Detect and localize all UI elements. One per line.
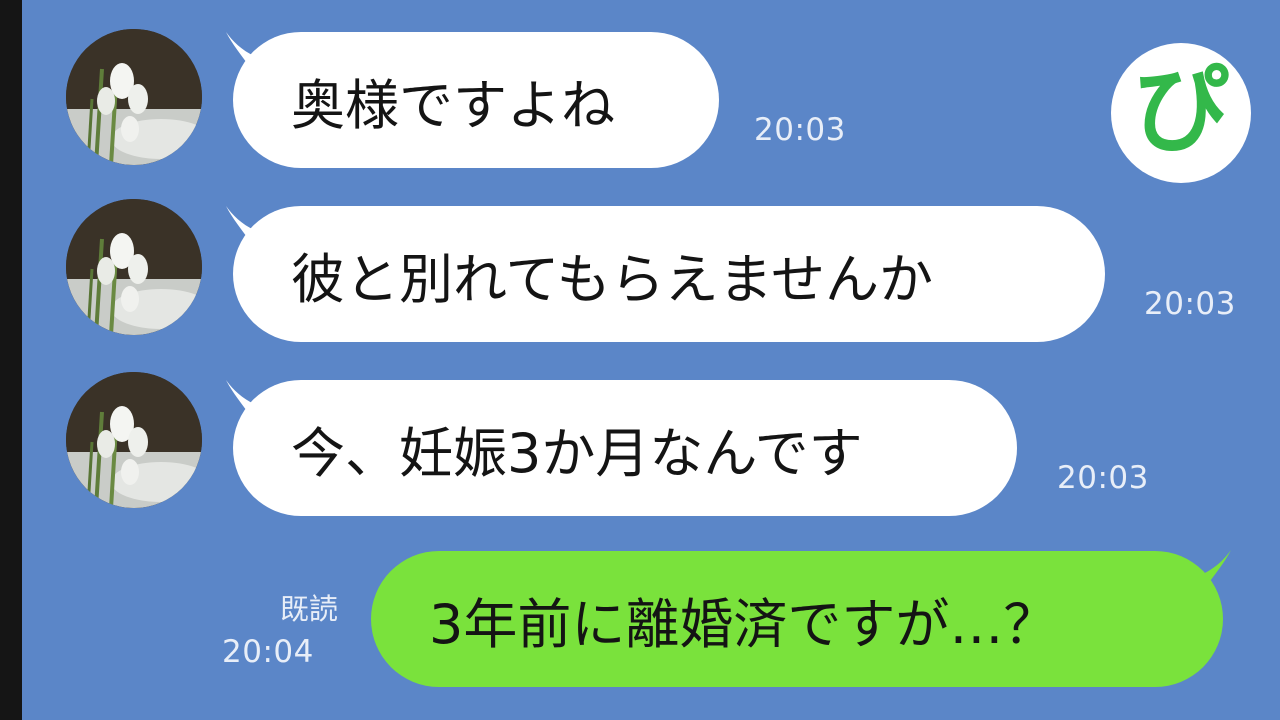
logo-text: ぴ <box>1133 54 1229 166</box>
contact-avatar[interactable] <box>66 29 202 165</box>
incoming-message-bubble[interactable]: 今、妊娠3か月なんです <box>233 380 1017 516</box>
reply-text: 3年前に離婚済ですが…？ <box>429 592 1058 656</box>
message-text: 彼と別れてもらえませんか <box>291 247 934 311</box>
message-timestamp: 20:03 <box>1144 286 1236 322</box>
message-text: 今、妊娠3か月なんです <box>291 421 863 485</box>
snowdrop-flower-avatar-icon <box>66 372 202 508</box>
read-receipt: 既読 <box>279 592 338 626</box>
incoming-message-bubble[interactable]: 奥様ですよね <box>233 32 719 168</box>
message-timestamp: 20:03 <box>754 112 846 148</box>
snowdrop-flower-avatar-icon <box>66 29 202 165</box>
message-timestamp: 20:03 <box>1057 460 1149 496</box>
contact-avatar[interactable] <box>66 199 202 335</box>
reply-timestamp: 20:04 <box>222 634 314 670</box>
message-text: 奥様ですよね <box>291 73 615 137</box>
app-logo: ぴ <box>1111 43 1251 183</box>
incoming-message-bubble[interactable]: 彼と別れてもらえませんか <box>233 206 1105 342</box>
device-frame-edge <box>0 0 22 720</box>
snowdrop-flower-avatar-icon <box>66 199 202 335</box>
outgoing-message-bubble[interactable]: 3年前に離婚済ですが…？ <box>371 551 1223 687</box>
contact-avatar[interactable] <box>66 372 202 508</box>
